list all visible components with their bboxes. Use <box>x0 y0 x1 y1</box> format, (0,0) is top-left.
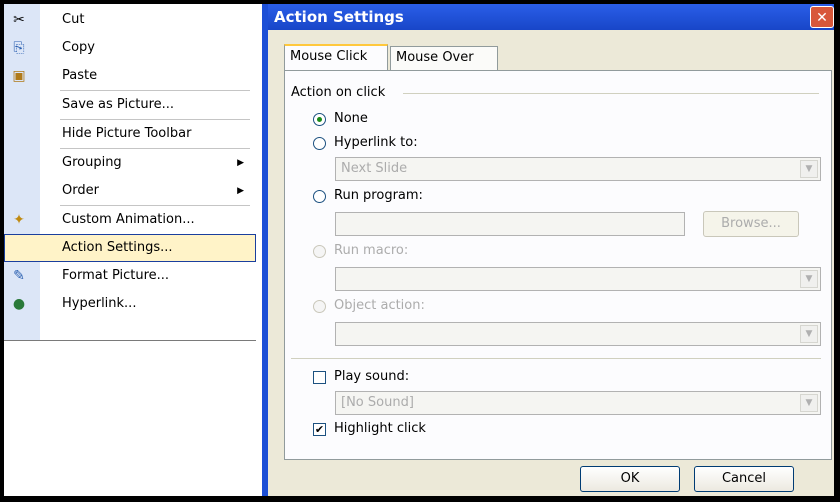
menu-item-label: Hide Picture Toolbar <box>62 126 192 141</box>
frame-border-bottom <box>0 496 840 502</box>
menu-item-format-picture[interactable]: ✎ Format Picture... <box>4 262 256 290</box>
ok-button-label: OK <box>620 471 640 486</box>
menu-item-save-as-picture[interactable]: Save as Picture... <box>4 91 256 119</box>
close-icon: ✕ <box>816 10 828 26</box>
menu-item-label: Grouping <box>62 155 122 170</box>
tab-page-mouse-click: Action on click None Hyperlink to: Next … <box>284 70 832 460</box>
menu-item-label: Custom Animation... <box>62 212 195 227</box>
radio-hyperlink-label: Hyperlink to: <box>334 135 418 150</box>
sound-dropdown[interactable]: [No Sound] ▼ <box>335 391 821 415</box>
menu-item-copy[interactable]: ⎘ Copy <box>4 34 256 62</box>
highlight-click-label: Highlight click <box>334 421 426 436</box>
chevron-down-icon: ▼ <box>800 270 818 288</box>
radio-selected-dot <box>317 117 322 122</box>
tab-mouse-click[interactable]: Mouse Click <box>284 44 388 71</box>
chevron-down-icon: ▼ <box>800 160 818 178</box>
play-sound-checkbox[interactable] <box>313 371 326 384</box>
browse-button[interactable]: Browse... <box>703 211 799 237</box>
action-on-click-label: Action on click <box>291 85 386 100</box>
menu-item-label: Paste <box>62 68 98 83</box>
frame-border-left <box>0 0 4 502</box>
cancel-button-label: Cancel <box>721 471 767 486</box>
frame-border-top <box>0 0 840 4</box>
tab-label: Mouse Over <box>396 50 474 65</box>
action-settings-dialog: Action Settings ✕ Mouse Click Mouse Over… <box>262 4 834 496</box>
scissors-icon: ✂ <box>13 12 25 28</box>
chevron-down-icon: ▼ <box>800 325 818 343</box>
menu-item-grouping[interactable]: Grouping ▶ <box>4 149 256 177</box>
submenu-arrow-icon: ▶ <box>237 186 244 196</box>
chevron-down-icon: ▼ <box>800 394 818 412</box>
object-action-dropdown[interactable]: ▼ <box>335 322 821 346</box>
radio-none[interactable] <box>313 113 326 126</box>
menu-item-order[interactable]: Order ▶ <box>4 177 256 205</box>
paste-icon: ▣ <box>12 68 26 84</box>
ok-button[interactable]: OK <box>580 466 680 492</box>
menu-item-paste[interactable]: ▣ Paste <box>4 62 256 90</box>
highlight-click-checkbox[interactable]: ✔ <box>313 423 326 436</box>
menu-item-label: Cut <box>62 12 85 27</box>
browse-button-label: Browse... <box>721 216 781 231</box>
menu-item-hyperlink[interactable]: ● Hyperlink... <box>4 290 256 318</box>
menu-item-action-settings[interactable]: Action Settings... <box>4 234 256 262</box>
menu-item-cut[interactable]: ✂ Cut <box>4 6 256 34</box>
radio-hyperlink[interactable] <box>313 137 326 150</box>
hyperlink-icon: ● <box>12 296 26 312</box>
radio-object-action[interactable] <box>313 300 326 313</box>
menu-item-label: Action Settings... <box>62 240 173 255</box>
copy-icon: ⎘ <box>13 40 25 56</box>
screenshot-frame: ✂ Cut ⎘ Copy ▣ Paste Save as Picture... … <box>0 0 840 502</box>
hyperlink-dropdown-value: Next Slide <box>341 161 408 176</box>
menu-item-label: Save as Picture... <box>62 97 175 112</box>
radio-run-macro[interactable] <box>313 245 326 258</box>
format-picture-icon: ✎ <box>13 268 25 284</box>
submenu-arrow-icon: ▶ <box>237 158 244 168</box>
hyperlink-dropdown[interactable]: Next Slide ▼ <box>335 157 821 181</box>
radio-run-macro-label: Run macro: <box>334 243 409 258</box>
radio-object-action-label: Object action: <box>334 298 425 313</box>
radio-run-program[interactable] <box>313 190 326 203</box>
tab-mouse-over[interactable]: Mouse Over <box>390 46 498 70</box>
menu-item-label: Order <box>62 183 99 198</box>
menu-item-label: Copy <box>62 40 95 55</box>
menu-item-label: Hyperlink... <box>62 296 137 311</box>
group-divider <box>403 93 819 94</box>
macro-dropdown[interactable]: ▼ <box>335 267 821 291</box>
sound-divider <box>291 358 821 359</box>
menu-item-label: Format Picture... <box>62 268 170 283</box>
menu-bottom-border <box>4 340 256 341</box>
checkmark-icon: ✔ <box>314 423 325 436</box>
sound-dropdown-value: [No Sound] <box>341 395 414 410</box>
dialog-titlebar[interactable]: Action Settings <box>268 4 834 30</box>
radio-none-label: None <box>334 111 368 126</box>
custom-animation-icon: ✦ <box>13 212 25 228</box>
play-sound-label: Play sound: <box>334 369 410 384</box>
cancel-button[interactable]: Cancel <box>694 466 794 492</box>
menu-item-custom-animation[interactable]: ✦ Custom Animation... <box>4 206 256 234</box>
close-button[interactable]: ✕ <box>810 6 834 28</box>
tab-label: Mouse Click <box>290 49 368 64</box>
radio-run-program-label: Run program: <box>334 188 423 203</box>
program-path-input[interactable] <box>335 212 685 236</box>
frame-border-right <box>834 0 840 502</box>
dialog-title: Action Settings <box>274 8 404 26</box>
menu-item-hide-picture-toolbar[interactable]: Hide Picture Toolbar <box>4 120 256 148</box>
context-menu-items: ✂ Cut ⎘ Copy ▣ Paste Save as Picture... … <box>4 6 256 318</box>
